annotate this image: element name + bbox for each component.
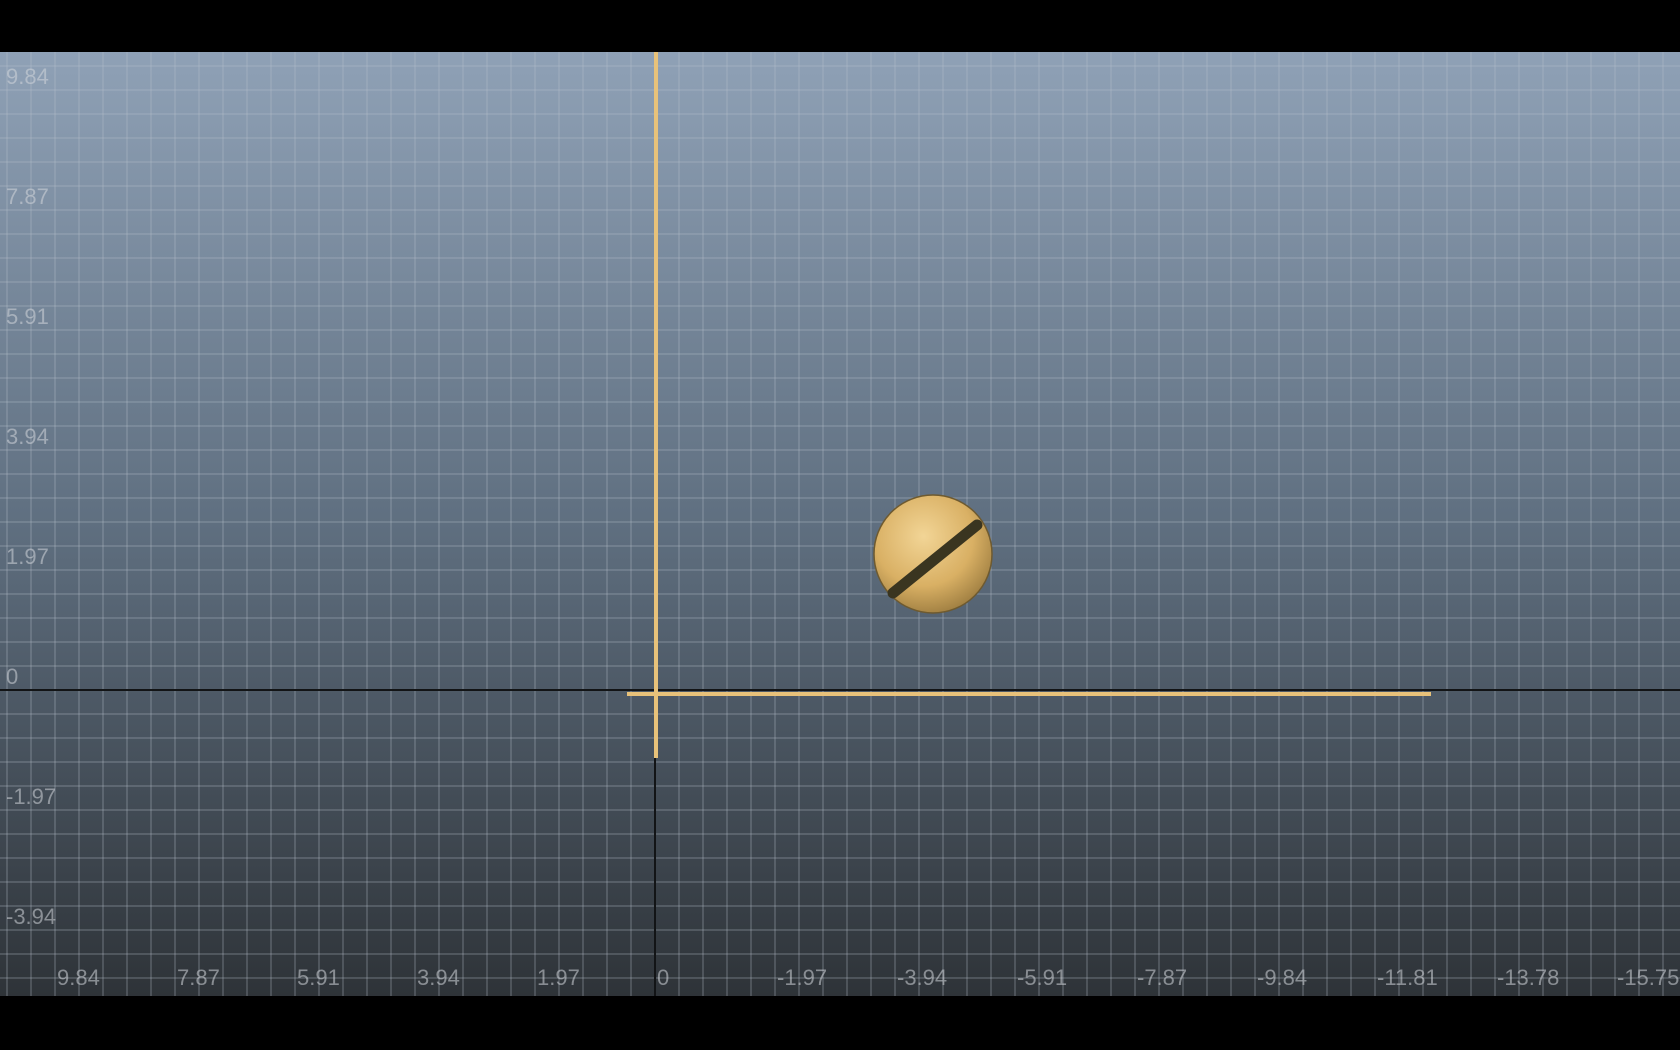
x-axis-label: -13.78 — [1497, 965, 1559, 990]
x-axis-label: 3.94 — [417, 965, 460, 990]
letterbox-top — [0, 0, 1680, 52]
y-axis-label: 9.84 — [6, 64, 49, 89]
y-axis-label: 5.91 — [6, 304, 49, 329]
graph-editor-viewport[interactable]: 9.84 7.87 5.91 3.94 1.97 0 -1.97 -3.94 9.84 7.87… — [0, 52, 1680, 996]
x-axis-label: -5.91 — [1017, 965, 1067, 990]
x-axis-label: -1.97 — [777, 965, 827, 990]
x-axis-label: -11.81 — [1377, 965, 1438, 990]
x-axis-label: 9.84 — [57, 965, 100, 990]
y-axis-label: 7.87 — [6, 184, 49, 209]
viewport-background — [0, 52, 1680, 996]
x-axis-label: 7.87 — [177, 965, 220, 990]
x-axis-label: 0 — [657, 965, 669, 990]
x-axis-label: -3.94 — [897, 965, 947, 990]
x-axis-label: -9.84 — [1257, 965, 1307, 990]
x-axis-label: 5.91 — [297, 965, 340, 990]
ball[interactable] — [873, 494, 993, 614]
y-axis-label: 1.97 — [6, 544, 49, 569]
x-axis-label: -15.75 — [1617, 965, 1679, 990]
y-axis-label: 3.94 — [6, 424, 49, 449]
y-axis-label: 0 — [6, 664, 18, 689]
letterbox-bottom — [0, 996, 1680, 1050]
x-axis-label: 1.97 — [537, 965, 580, 990]
y-axis-label: -1.97 — [6, 784, 56, 809]
y-axis-label: -3.94 — [6, 904, 56, 929]
x-axis-label: -7.87 — [1137, 965, 1187, 990]
